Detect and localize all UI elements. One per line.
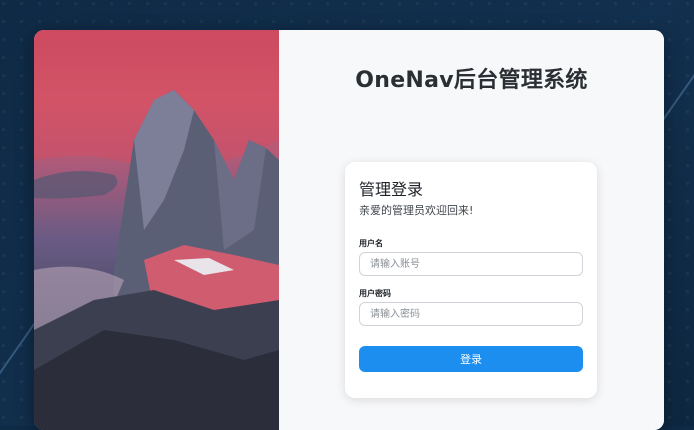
page-title: OneNav后台管理系统 [355, 68, 588, 93]
login-form: 管理登录 亲爱的管理员欢迎回来! 用户名 用户密码 登录 [345, 162, 597, 398]
username-input[interactable] [359, 252, 583, 276]
username-label: 用户名 [359, 239, 383, 248]
login-heading: 管理登录 [359, 180, 424, 199]
login-panel: OneNav后台管理系统 管理登录 亲爱的管理员欢迎回来! 用户名 用户密码 登… [279, 30, 664, 430]
mountain-illustration [34, 30, 279, 430]
login-button[interactable]: 登录 [359, 346, 583, 372]
login-card: OneNav后台管理系统 管理登录 亲爱的管理员欢迎回来! 用户名 用户密码 登… [34, 30, 664, 430]
welcome-message: 亲爱的管理员欢迎回来! [359, 204, 474, 217]
password-label: 用户密码 [359, 289, 391, 298]
password-input[interactable] [359, 302, 583, 326]
mountain-hero-image [34, 30, 279, 430]
